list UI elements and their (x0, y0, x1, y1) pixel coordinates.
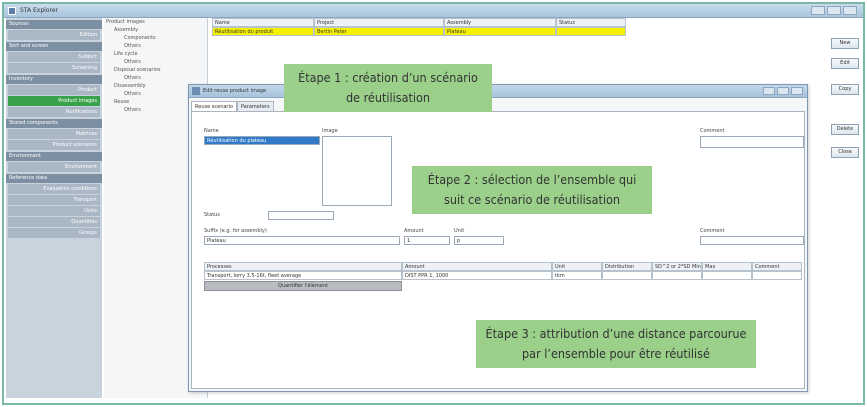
image-preview[interactable] (322, 136, 392, 206)
grid-header-row: Name Project Assembly Status (212, 18, 632, 27)
new-button[interactable]: New (831, 38, 859, 49)
callout-step-3: Étape 3 : attribution d’une distance par… (476, 320, 756, 368)
callout-step-2: Étape 2 : sélection de l’ensemble qui su… (412, 166, 652, 214)
grid-header[interactable]: Assembly (444, 18, 556, 27)
minimize-icon[interactable] (811, 6, 825, 15)
tree-node[interactable]: Others (104, 42, 207, 50)
product-grid: Name Project Assembly Status Réutilisati… (212, 18, 632, 36)
tab-parameters[interactable]: Parameters (236, 101, 274, 111)
suffix-field[interactable]: Plateau (204, 236, 400, 245)
grid-cell: Réutilisation du produit (212, 27, 314, 36)
minimize-icon[interactable] (763, 87, 775, 95)
edit-button[interactable]: Edit (831, 58, 859, 69)
table-row[interactable]: Réutilisation du produit Bertin Peter Pl… (212, 27, 632, 36)
delete-button[interactable]: Delete (831, 124, 859, 135)
nav-section-head[interactable]: Reference data (6, 174, 102, 183)
process-cell: tkm (552, 271, 602, 280)
grid-header[interactable]: Project (314, 18, 444, 27)
status-field[interactable] (268, 211, 334, 220)
process-cell (602, 271, 652, 280)
nav-item-product-images[interactable]: Product images (8, 96, 100, 106)
processes-header: Max (702, 262, 752, 271)
nav-item[interactable]: Matrices (8, 129, 100, 139)
dialog-titlebar: Edit reuse product image (189, 85, 807, 98)
process-cell (652, 271, 702, 280)
process-cell (752, 271, 802, 280)
name-field[interactable]: Réutilisation du plateau (204, 136, 320, 145)
nav-item[interactable]: Product (8, 85, 100, 95)
grid-cell (556, 27, 626, 36)
quantify-element-button[interactable]: Quantifier l'élément (204, 281, 402, 291)
nav-item[interactable]: Transport (8, 195, 100, 205)
grid-header[interactable]: Status (556, 18, 626, 27)
processes-header: Unit (552, 262, 602, 271)
app-icon (8, 7, 16, 15)
suffix-label: Suffix (e.g. for assembly) (204, 228, 267, 234)
status-label: Status (204, 212, 220, 218)
name-label: Name (204, 128, 219, 134)
unit-label: Unit (454, 228, 465, 234)
nav-item[interactable]: Evaluation conditions (8, 184, 100, 194)
process-cell: DIST PPR 1, 1000 (402, 271, 552, 280)
comment-label: Comment (700, 128, 725, 134)
tree-node[interactable]: Product images (104, 18, 207, 26)
tab-reuse-scenario[interactable]: Reuse scenario (191, 101, 237, 111)
copy-button[interactable]: Copy (831, 84, 859, 95)
tree-node[interactable]: Life cycle (104, 50, 207, 58)
comment-field-2[interactable] (700, 236, 804, 245)
processes-header: Processes (204, 262, 402, 271)
nav-section-head[interactable]: Environment (6, 152, 102, 161)
amount-field[interactable]: 1 (404, 236, 450, 245)
maximize-icon[interactable] (777, 87, 789, 95)
comment-field[interactable] (700, 136, 804, 148)
tree-node[interactable]: Others (104, 74, 207, 82)
window-titlebar: STA Explorer (4, 4, 863, 18)
tree-node[interactable]: Components (104, 34, 207, 42)
processes-header: Distribution (602, 262, 652, 271)
nav-section-head[interactable]: Sources (6, 20, 102, 29)
amount-label: Amount (404, 228, 424, 234)
processes-header: Amount (402, 262, 552, 271)
close-icon[interactable] (791, 87, 803, 95)
grid-cell: Plateau (444, 27, 556, 36)
processes-header: Comment (752, 262, 802, 271)
process-cell: Transport, lorry 3.5-16t, fleet average (204, 271, 402, 280)
process-cell (702, 271, 752, 280)
left-navigation: Sources Edition Sort and screen Subject … (6, 18, 102, 398)
image-label: Image (322, 128, 338, 134)
nav-section-head[interactable]: Stored components (6, 119, 102, 128)
nav-item[interactable]: Quantities (8, 217, 100, 227)
dialog-title: Edit reuse product image (203, 88, 267, 94)
nav-item[interactable]: Units (8, 206, 100, 216)
unit-field[interactable]: p (454, 236, 504, 245)
nav-item[interactable]: Screening (8, 63, 100, 73)
nav-section-head[interactable]: Inventory (6, 75, 102, 84)
nav-item[interactable]: Environment (8, 162, 100, 172)
nav-item[interactable]: Groups (8, 228, 100, 238)
dialog-icon (192, 87, 200, 95)
grid-cell: Bertin Peter (314, 27, 444, 36)
processes-header-row: Processes Amount Unit Distribution SD^2 … (204, 262, 802, 271)
nav-section-head[interactable]: Sort and screen (6, 42, 102, 51)
nav-item[interactable]: Product scenarios (8, 140, 100, 150)
comment-label-2: Comment (700, 228, 725, 234)
nav-item[interactable]: Edition (8, 30, 100, 40)
tree-node[interactable]: Others (104, 58, 207, 66)
tree-node[interactable]: Assembly (104, 26, 207, 34)
processes-header: SD^2 or 2*SD Min (652, 262, 702, 271)
close-button[interactable]: Close (831, 147, 859, 158)
window-title: STA Explorer (20, 7, 59, 14)
close-icon[interactable] (843, 6, 857, 15)
nav-item[interactable]: Notifications (8, 107, 100, 117)
maximize-icon[interactable] (827, 6, 841, 15)
process-row[interactable]: Transport, lorry 3.5-16t, fleet average … (204, 271, 802, 280)
callout-step-1: Étape 1 : création d’un scénario de réut… (284, 64, 492, 112)
grid-header[interactable]: Name (212, 18, 314, 27)
tree-node[interactable]: Disposal scenarios (104, 66, 207, 74)
nav-item[interactable]: Subject (8, 52, 100, 62)
